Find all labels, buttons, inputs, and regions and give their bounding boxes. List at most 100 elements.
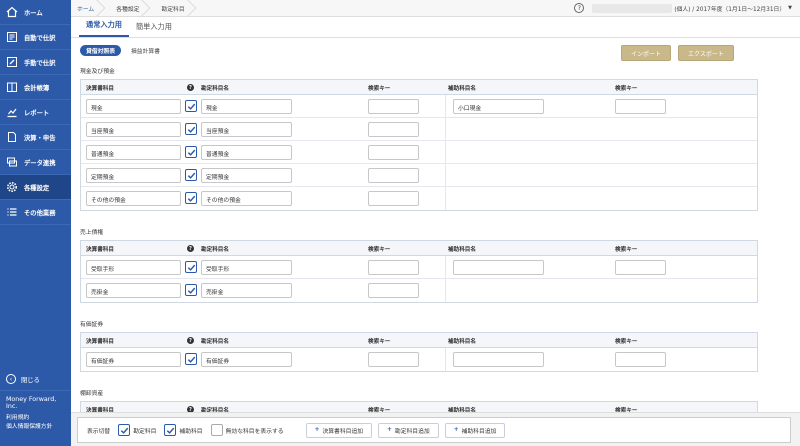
account-enabled-checkbox[interactable]	[185, 284, 197, 296]
table-row: 定期預金 定期預金	[81, 164, 757, 187]
account-name-field[interactable]: 普通預金	[201, 145, 292, 160]
search-key-field[interactable]	[368, 191, 419, 206]
add-account-button[interactable]: + 勘定科目追加	[378, 422, 439, 438]
col-sub-account: 補助科目名	[448, 339, 476, 345]
add-settlement-button[interactable]: + 決算書科目追加	[305, 422, 373, 438]
sub-search-key-field[interactable]	[615, 260, 666, 275]
close-label: 閉じる	[21, 376, 40, 384]
plus-icon: +	[453, 427, 459, 433]
account-name-field[interactable]: 現金	[201, 99, 292, 114]
sidebar-item-gear[interactable]: 各種設定	[0, 175, 71, 200]
breadcrumb-home[interactable]: ホーム	[71, 0, 102, 17]
import-button[interactable]: インポート	[621, 45, 672, 61]
search-key-field[interactable]	[368, 145, 419, 160]
account-name-field[interactable]: その他の預金	[201, 191, 292, 206]
top-bar: ホーム 各種設定 勘定科目 ? (個人) / 2017年度（1月1日〜12月31…	[71, 0, 800, 17]
export-button[interactable]: エクスポート	[678, 45, 734, 61]
table-row: その他の預金 その他の預金	[81, 187, 757, 210]
chevron-down-icon[interactable]: ▼	[788, 5, 792, 11]
add-sub-button[interactable]: + 補助科目追加	[444, 422, 506, 438]
column-divider	[445, 348, 446, 371]
account-enabled-checkbox[interactable]	[185, 146, 197, 158]
checkmark-icon	[187, 287, 195, 294]
search-key-field[interactable]	[368, 122, 419, 137]
settlement-field[interactable]: その他の預金	[86, 191, 181, 206]
show-sub-label: 補助科目	[179, 428, 203, 435]
column-divider	[445, 164, 446, 186]
tab-normal-input[interactable]: 通常入力用	[79, 20, 129, 37]
sub-account-field[interactable]	[453, 352, 544, 367]
col-sub-search-key: 検索キー	[615, 86, 638, 92]
sidebar-item-manual-journal[interactable]: 手動で仕訳	[0, 50, 71, 75]
fiscal-period[interactable]: (個人) / 2017年度（1月1日〜12月31日）	[674, 4, 785, 13]
privacy-link[interactable]: 個人情報保護方針	[6, 423, 65, 432]
plus-icon: +	[314, 427, 320, 433]
col-account: 勘定科目名	[201, 86, 229, 92]
tab-income-statement[interactable]: 損益計算書	[125, 45, 166, 56]
sidebar-item-label: その他業務	[24, 209, 56, 217]
sub-search-key-field[interactable]	[615, 99, 666, 114]
section-title: 棚卸資産	[80, 391, 104, 397]
search-key-field[interactable]	[368, 283, 419, 298]
account-enabled-checkbox[interactable]	[185, 261, 197, 273]
account-enabled-checkbox[interactable]	[185, 100, 197, 112]
search-key-field[interactable]	[368, 352, 419, 367]
account-name-field[interactable]: 有価証券	[201, 352, 292, 367]
list-icon	[6, 206, 18, 218]
breadcrumb-settings[interactable]: 各種設定	[102, 0, 147, 17]
help-icon[interactable]: ?	[574, 3, 585, 13]
search-key-field[interactable]	[368, 168, 419, 183]
question-icon[interactable]: ?	[187, 337, 194, 344]
close-sidebar-button[interactable]: ‹ 閉じる	[0, 368, 71, 390]
account-enabled-checkbox[interactable]	[185, 353, 197, 365]
show-invalid-checkbox[interactable]	[210, 424, 223, 436]
display-toggle-label: 表示切替	[87, 428, 111, 435]
search-key-field[interactable]	[368, 260, 419, 275]
sidebar-item-label: レポート	[24, 109, 50, 117]
sidebar-item-label: ホーム	[24, 9, 43, 17]
sidebar-item-data-link[interactable]: データ連携	[0, 150, 71, 175]
search-key-field[interactable]	[368, 99, 419, 114]
account-name-field[interactable]: 受取手形	[201, 260, 292, 275]
account-enabled-checkbox[interactable]	[185, 123, 197, 135]
settlement-field[interactable]: 売掛金	[86, 283, 181, 298]
sidebar-item-auto-journal[interactable]: 自動で仕訳	[0, 25, 71, 50]
account-enabled-checkbox[interactable]	[185, 169, 197, 181]
sidebar-item-home[interactable]: ホーム	[0, 0, 71, 25]
sidebar-item-document[interactable]: 決算・申告	[0, 125, 71, 150]
sidebar-item-ledger[interactable]: 会計帳簿	[0, 75, 71, 100]
settlement-field[interactable]: 普通預金	[86, 145, 181, 160]
section-title: 現金及び預金	[80, 69, 115, 75]
sub-account-field[interactable]: 小口現金	[453, 99, 544, 114]
main-content: 貸借対照表 損益計算書 インポート エクスポート 現金及び預金決算書科目 勘定科目…	[71, 38, 800, 412]
account-name-field[interactable]: 売掛金	[201, 283, 292, 298]
show-sub-checkbox[interactable]	[164, 424, 177, 436]
input-mode-tabs: 通常入力用 簡単入力用	[71, 17, 800, 38]
settlement-field[interactable]: 受取手形	[86, 260, 181, 275]
sub-account-field[interactable]	[453, 260, 544, 275]
tab-simple-input[interactable]: 簡単入力用	[129, 22, 179, 37]
question-icon[interactable]: ?	[187, 84, 194, 91]
settlement-field[interactable]: 有価証券	[86, 352, 181, 367]
column-divider	[445, 118, 446, 140]
account-enabled-checkbox[interactable]	[185, 192, 197, 204]
office-name-redacted	[592, 3, 673, 13]
show-account-checkbox[interactable]	[118, 424, 131, 436]
column-divider	[445, 256, 446, 278]
account-name-field[interactable]: 定期預金	[201, 168, 292, 183]
col-search-key: 検索キー	[368, 86, 391, 92]
table-header: 決算書科目 勘定科目名 検索キー 補助科目名 検索キー?	[81, 241, 757, 256]
tab-balance-sheet[interactable]: 貸借対照表	[80, 45, 121, 56]
terms-link[interactable]: 利用規約	[6, 414, 65, 423]
question-icon[interactable]: ?	[187, 245, 194, 252]
sub-search-key-field[interactable]	[615, 352, 666, 367]
settlement-field[interactable]: 定期預金	[86, 168, 181, 183]
settlement-field[interactable]: 現金	[86, 99, 181, 114]
table-row: 有価証券 有価証券	[81, 348, 757, 371]
sidebar-item-label: 会計帳簿	[24, 84, 50, 92]
table-row: 売掛金 売掛金	[81, 279, 757, 302]
account-name-field[interactable]: 当座預金	[201, 122, 292, 137]
settlement-field[interactable]: 当座預金	[86, 122, 181, 137]
sidebar-item-list[interactable]: その他業務	[0, 200, 71, 225]
sidebar-item-chart[interactable]: レポート	[0, 100, 71, 125]
